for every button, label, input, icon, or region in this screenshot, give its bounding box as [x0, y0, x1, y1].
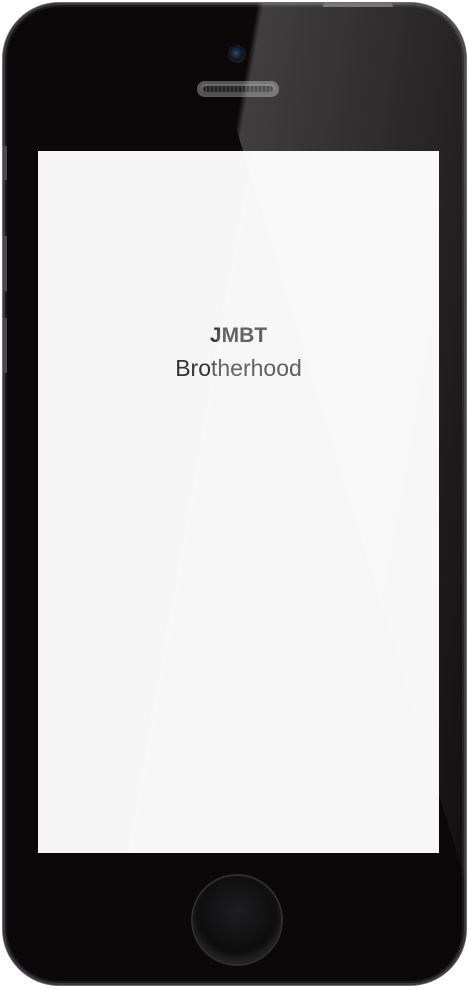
device-canvas: JMBT Brotherhood: [0, 0, 469, 989]
screen-glare: [38, 151, 439, 853]
home-button[interactable]: [193, 876, 281, 964]
speaker-grille: [197, 81, 279, 97]
app-screen[interactable]: JMBT Brotherhood: [38, 151, 439, 853]
app-subtitle: Brotherhood: [175, 355, 302, 381]
volume-up-button[interactable]: [3, 236, 7, 291]
phone-frame: JMBT Brotherhood: [3, 3, 466, 985]
mute-switch[interactable]: [3, 146, 7, 180]
app-title: JMBT: [209, 324, 268, 347]
power-button[interactable]: [323, 3, 393, 7]
camera-icon: [228, 45, 246, 63]
volume-down-button[interactable]: [3, 318, 7, 373]
